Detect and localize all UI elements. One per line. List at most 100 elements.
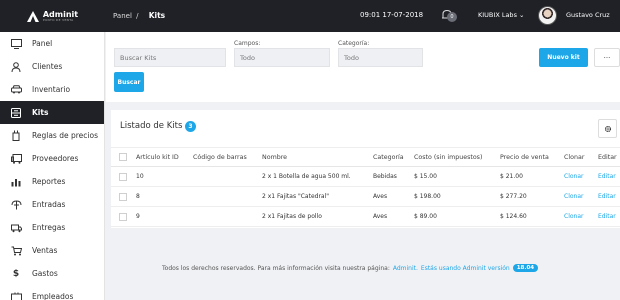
- more-options-button[interactable]: ···: [594, 48, 620, 67]
- notification-badge: 0: [447, 12, 457, 22]
- row-checkbox[interactable]: [119, 207, 127, 226]
- cell-name: 2 x1 Fajitas "Catedral": [262, 193, 330, 200]
- brand-logo[interactable]: Adminit PUNTO DE VENTA: [0, 0, 105, 32]
- employees-icon: [10, 291, 22, 300]
- sidebar-item-label: Kits: [32, 108, 49, 117]
- sidebar-item-kits[interactable]: Kits: [0, 101, 104, 124]
- categoria-label: Categoría:: [338, 40, 370, 47]
- cell-category: Aves: [373, 213, 388, 220]
- dollar-icon: $: [12, 268, 20, 279]
- sidebar-item-entregas[interactable]: Entregas: [0, 216, 104, 239]
- sidebar-item-label: Entradas: [32, 200, 66, 209]
- sidebar-item-clientes[interactable]: Clientes: [0, 55, 104, 78]
- breadcrumb-separator: /: [136, 12, 139, 20]
- price-tag-icon: [10, 130, 22, 142]
- cell-category: Bebidas: [373, 173, 397, 180]
- vehicle-icon: [10, 153, 22, 165]
- cell-cost: $ 15.00: [414, 173, 437, 180]
- sidebar-item-label: Reglas de precios: [32, 131, 98, 140]
- select-all-checkbox[interactable]: [119, 148, 127, 166]
- sidebar-item-reglas-de-precios[interactable]: Reglas de precios: [0, 124, 104, 147]
- entries-icon: [10, 199, 22, 211]
- cell-id: 10: [136, 173, 144, 180]
- col-cost[interactable]: Costo (sin impuestos): [414, 148, 482, 166]
- listing-title: Listado de Kits: [120, 121, 183, 131]
- footer-version-text: Estás usando Adminit versión: [420, 264, 510, 272]
- edit-link[interactable]: Editar: [598, 167, 616, 186]
- footer: Todos los derechos reservados. Para más …: [162, 264, 539, 272]
- version-badge: 18.04: [512, 264, 539, 272]
- sidebar-item-proveedores[interactable]: Proveedores: [0, 147, 104, 170]
- sidebar-item-ventas[interactable]: Ventas: [0, 239, 104, 262]
- cell-price: $ 277.20: [500, 193, 527, 200]
- search-input[interactable]: [114, 48, 226, 67]
- table-header: Artículo kit ID Código de barras Nombre …: [111, 147, 620, 167]
- col-category[interactable]: Categoría: [373, 148, 404, 166]
- sidebar-item-empleados[interactable]: Empleados: [0, 285, 104, 300]
- sidebar-item-label: Empleados: [32, 292, 74, 300]
- sidebar-item-reportes[interactable]: Reportes: [0, 170, 104, 193]
- sidebar-item-label: Ventas: [32, 246, 58, 255]
- page-title: Kits: [148, 11, 166, 20]
- truck-icon: [10, 222, 22, 234]
- cell-price: $ 124.60: [500, 213, 527, 220]
- cell-id: 8: [136, 193, 140, 200]
- new-kit-button[interactable]: Nuevo kit: [539, 48, 588, 67]
- settings-button[interactable]: [598, 119, 617, 138]
- table-row: 9 2 x1 Fajitas de pollo Aves $ 89.00 $ 1…: [111, 207, 620, 227]
- col-barcode[interactable]: Código de barras: [193, 148, 247, 166]
- logo-icon: [26, 10, 39, 22]
- clone-link[interactable]: Clonar: [564, 187, 583, 206]
- sidebar-item-label: Proveedores: [32, 154, 79, 163]
- clone-link[interactable]: Clonar: [564, 167, 583, 186]
- gear-icon: [604, 125, 611, 132]
- top-bar: Adminit PUNTO DE VENTA Panel / Kits 09:0…: [0, 0, 620, 32]
- sidebar-item-label: Gastos: [32, 269, 58, 278]
- datetime: 09:01 17-07-2018: [360, 11, 424, 19]
- filters-panel: Campos: Todo Categoría: Todo Nuevo kit ·…: [106, 32, 620, 102]
- cell-name: 2 x 1 Botella de agua 500 ml.: [262, 173, 351, 180]
- car-icon: [10, 84, 22, 96]
- search-button[interactable]: Buscar: [114, 72, 144, 92]
- footer-text: Todos los derechos reservados. Para más …: [162, 264, 390, 272]
- user-name[interactable]: Gustavo Cruz: [566, 11, 610, 19]
- footer-site-link[interactable]: Adminit.: [393, 265, 418, 272]
- sidebar-item-entradas[interactable]: Entradas: [0, 193, 104, 216]
- sidebar-item-label: Reportes: [32, 177, 66, 186]
- campos-select[interactable]: Todo: [234, 48, 330, 67]
- avatar[interactable]: [538, 6, 557, 25]
- sidebar: Panel Clientes Inventario Kits Reglas de…: [0, 32, 105, 300]
- kits-count-badge: 3: [185, 121, 196, 132]
- cart-icon: [10, 245, 22, 257]
- edit-link[interactable]: Editar: [598, 187, 616, 206]
- row-checkbox[interactable]: [119, 167, 127, 186]
- breadcrumb: Panel / Kits: [113, 11, 165, 20]
- row-checkbox[interactable]: [119, 187, 127, 206]
- brand-tagline: PUNTO DE VENTA: [42, 17, 74, 22]
- sidebar-item-inventario[interactable]: Inventario: [0, 78, 104, 101]
- breadcrumb-root[interactable]: Panel: [113, 12, 132, 20]
- sidebar-item-gastos[interactable]: $ Gastos: [0, 262, 104, 285]
- kits-listing: Listado de Kits 3 Artículo kit ID Código…: [111, 110, 620, 228]
- table-row: 10 2 x 1 Botella de agua 500 ml. Bebidas…: [111, 167, 620, 187]
- clone-link[interactable]: Clonar: [564, 207, 583, 226]
- cell-price: $ 21.00: [500, 173, 523, 180]
- categoria-select[interactable]: Todo: [338, 48, 423, 67]
- company-selector[interactable]: KIUBIX Labs ⌄: [478, 11, 524, 19]
- cell-cost: $ 89.00: [414, 213, 437, 220]
- edit-link[interactable]: Editar: [598, 207, 616, 226]
- col-price[interactable]: Precio de venta: [500, 148, 549, 166]
- kits-icon: [10, 107, 22, 119]
- bar-chart-icon: [10, 176, 22, 188]
- campos-label: Campos:: [234, 40, 261, 47]
- sidebar-item-panel[interactable]: Panel: [0, 32, 104, 55]
- sidebar-item-label: Inventario: [32, 85, 71, 94]
- sidebar-item-label: Clientes: [32, 62, 63, 71]
- col-name[interactable]: Nombre: [262, 148, 287, 166]
- col-clone: Clonar: [564, 153, 585, 161]
- cell-name: 2 x1 Fajitas de pollo: [262, 213, 322, 220]
- table-row: 8 2 x1 Fajitas "Catedral" Aves $ 198.00 …: [111, 187, 620, 207]
- user-icon: [10, 61, 22, 73]
- sidebar-item-label: Panel: [32, 39, 53, 48]
- col-id[interactable]: Artículo kit ID: [136, 148, 179, 166]
